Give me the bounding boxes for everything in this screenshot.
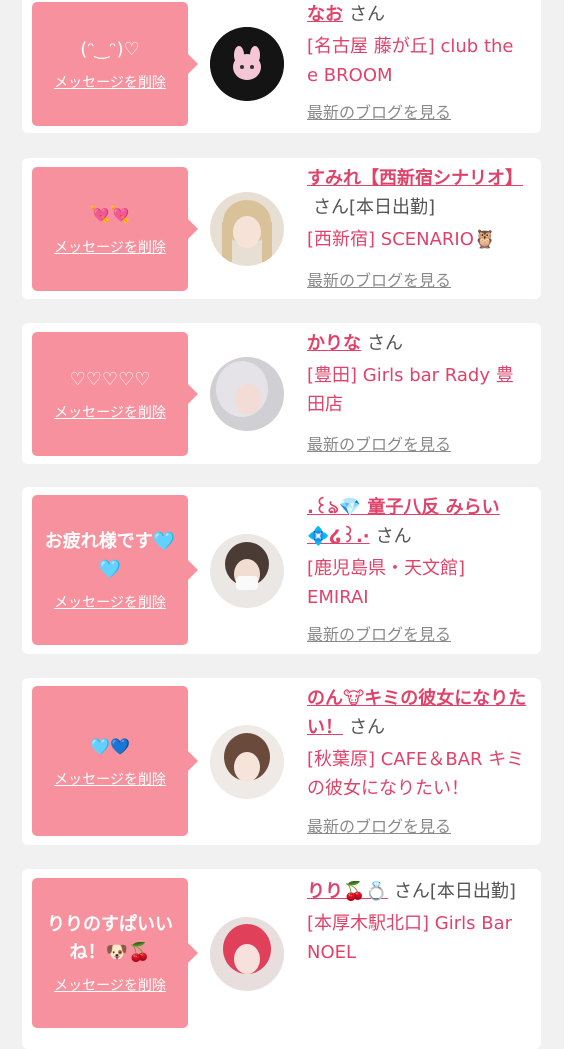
girl-info: .꒰ঌ💎 童子八反 みらい 💠໒꒱.· さん [鹿児島県・天文館] EMIRAI — [307, 493, 529, 612]
message-bubble: ♡♡♡♡♡ メッセージを削除 — [32, 332, 198, 456]
delete-message-link[interactable]: メッセージを削除 — [54, 237, 166, 257]
avatar-image — [210, 534, 284, 608]
girl-name-link[interactable]: すみれ【西新宿シナリオ】 — [307, 168, 523, 189]
honorific: さん[本日出勤] — [393, 881, 516, 902]
message-card: 💘💘 メッセージを削除 すみれ【西新宿シナリオ】さん[本日出勤] [西新宿] S… — [22, 158, 541, 299]
shop-name[interactable]: [本厚木駅北口] Girls Bar NOEL — [307, 909, 529, 967]
shop-name[interactable]: [鹿児島県・天文館] EMIRAI — [307, 554, 529, 612]
girl-info: かりな さん [豊田] Girls bar Rady 豊田店 — [307, 329, 529, 419]
girl-name-link[interactable]: のん🐮キミの彼女になりたい！ — [307, 688, 526, 738]
latest-blog-link[interactable]: 最新のブログを見る — [307, 813, 451, 837]
girl-name: なお さん — [307, 0, 529, 29]
avatar-image — [210, 357, 284, 431]
girl-info: のん🐮キミの彼女になりたい！ さん [秋葉原] CAFE＆BAR キミの彼女になり… — [307, 684, 529, 803]
message-text: (ᵔ‿ᵔ)♡ — [80, 39, 140, 60]
avatar[interactable] — [210, 357, 284, 431]
message-card: ♡♡♡♡♡ メッセージを削除 かりな さん [豊田] Girls bar Rady… — [22, 323, 541, 464]
message-bubble: りりのすぱいいね！🐶🍒 メッセージを削除 — [32, 878, 198, 1028]
honorific: さん — [367, 333, 403, 354]
girl-name: すみれ【西新宿シナリオ】さん[本日出勤] — [307, 164, 529, 222]
delete-message-link[interactable]: メッセージを削除 — [54, 592, 166, 612]
message-card: 🩵💙 メッセージを削除 のん🐮キミの彼女になりたい！ さん [秋葉原] CAFE＆… — [22, 678, 541, 845]
latest-blog-link[interactable]: 最新のブログを見る — [307, 99, 451, 123]
girl-info: なお さん [名古屋 藤が丘] club the e BROOM — [307, 0, 529, 90]
shop-name[interactable]: [西新宿] SCENARIO🦉 — [307, 225, 529, 254]
shop-name[interactable]: [秋葉原] CAFE＆BAR キミの彼女になりたい！ — [307, 745, 529, 803]
girl-name: .꒰ঌ💎 童子八反 みらい 💠໒꒱.· さん — [307, 493, 529, 551]
avatar-image — [210, 725, 284, 799]
message-bubble: 💘💘 メッセージを削除 — [32, 167, 198, 291]
latest-blog-link[interactable]: 最新のブログを見る — [307, 621, 451, 645]
girl-name-link[interactable]: かりな — [307, 333, 361, 354]
girl-info: りり🍒💍 さん[本日出勤] [本厚木駅北口] Girls Bar NOEL — [307, 877, 529, 967]
delete-message-link[interactable]: メッセージを削除 — [54, 769, 166, 789]
message-bubble: (ᵔ‿ᵔ)♡ メッセージを削除 — [32, 2, 198, 126]
message-text: ♡♡♡♡♡ — [69, 369, 151, 390]
message-card: りりのすぱいいね！🐶🍒 メッセージを削除 りり🍒💍 さん[本日出勤] [本厚木駅北… — [22, 869, 541, 1049]
avatar-image — [210, 27, 284, 101]
avatar[interactable] — [210, 27, 284, 101]
message-bubble: お疲れ様です🩵🩵 メッセージを削除 — [32, 495, 198, 645]
message-card: (ᵔ‿ᵔ)♡ メッセージを削除 なお さん [名古屋 藤が丘] club the … — [22, 0, 541, 133]
shop-name[interactable]: [名古屋 藤が丘] club the e BROOM — [307, 32, 529, 90]
girl-name-link[interactable]: なお — [307, 4, 343, 25]
honorific: さん[本日出勤] — [313, 197, 436, 218]
message-bubble: 🩵💙 メッセージを削除 — [32, 686, 198, 836]
avatar[interactable] — [210, 725, 284, 799]
message-text: 🩵💙 — [90, 737, 130, 756]
message-text: りりのすぱいいね！🐶🍒 — [47, 914, 173, 963]
avatar-image — [210, 192, 284, 266]
girl-name-link[interactable]: りり🍒💍 — [307, 881, 388, 902]
avatar[interactable] — [210, 192, 284, 266]
message-text: 💘💘 — [90, 205, 130, 224]
girl-name: のん🐮キミの彼女になりたい！ さん — [307, 684, 529, 742]
delete-message-link[interactable]: メッセージを削除 — [54, 402, 166, 422]
avatar[interactable] — [210, 534, 284, 608]
avatar-image — [210, 917, 284, 991]
honorific: さん — [375, 526, 412, 547]
latest-blog-link[interactable]: 最新のブログを見る — [307, 431, 451, 455]
latest-blog-link[interactable]: 最新のブログを見る — [307, 267, 451, 291]
honorific: さん — [349, 4, 385, 25]
message-card: お疲れ様です🩵🩵 メッセージを削除 .꒰ঌ💎 童子八反 みらい 💠໒꒱.· さん … — [22, 487, 541, 654]
girl-name: りり🍒💍 さん[本日出勤] — [307, 877, 529, 906]
delete-message-link[interactable]: メッセージを削除 — [54, 975, 166, 995]
honorific: さん — [349, 717, 385, 738]
girl-info: すみれ【西新宿シナリオ】さん[本日出勤] [西新宿] SCENARIO🦉 — [307, 164, 529, 254]
shop-name[interactable]: [豊田] Girls bar Rady 豊田店 — [307, 361, 529, 419]
message-text: お疲れ様です🩵🩵 — [44, 531, 176, 580]
avatar[interactable] — [210, 917, 284, 991]
delete-message-link[interactable]: メッセージを削除 — [54, 72, 166, 92]
girl-name: かりな さん — [307, 329, 529, 358]
